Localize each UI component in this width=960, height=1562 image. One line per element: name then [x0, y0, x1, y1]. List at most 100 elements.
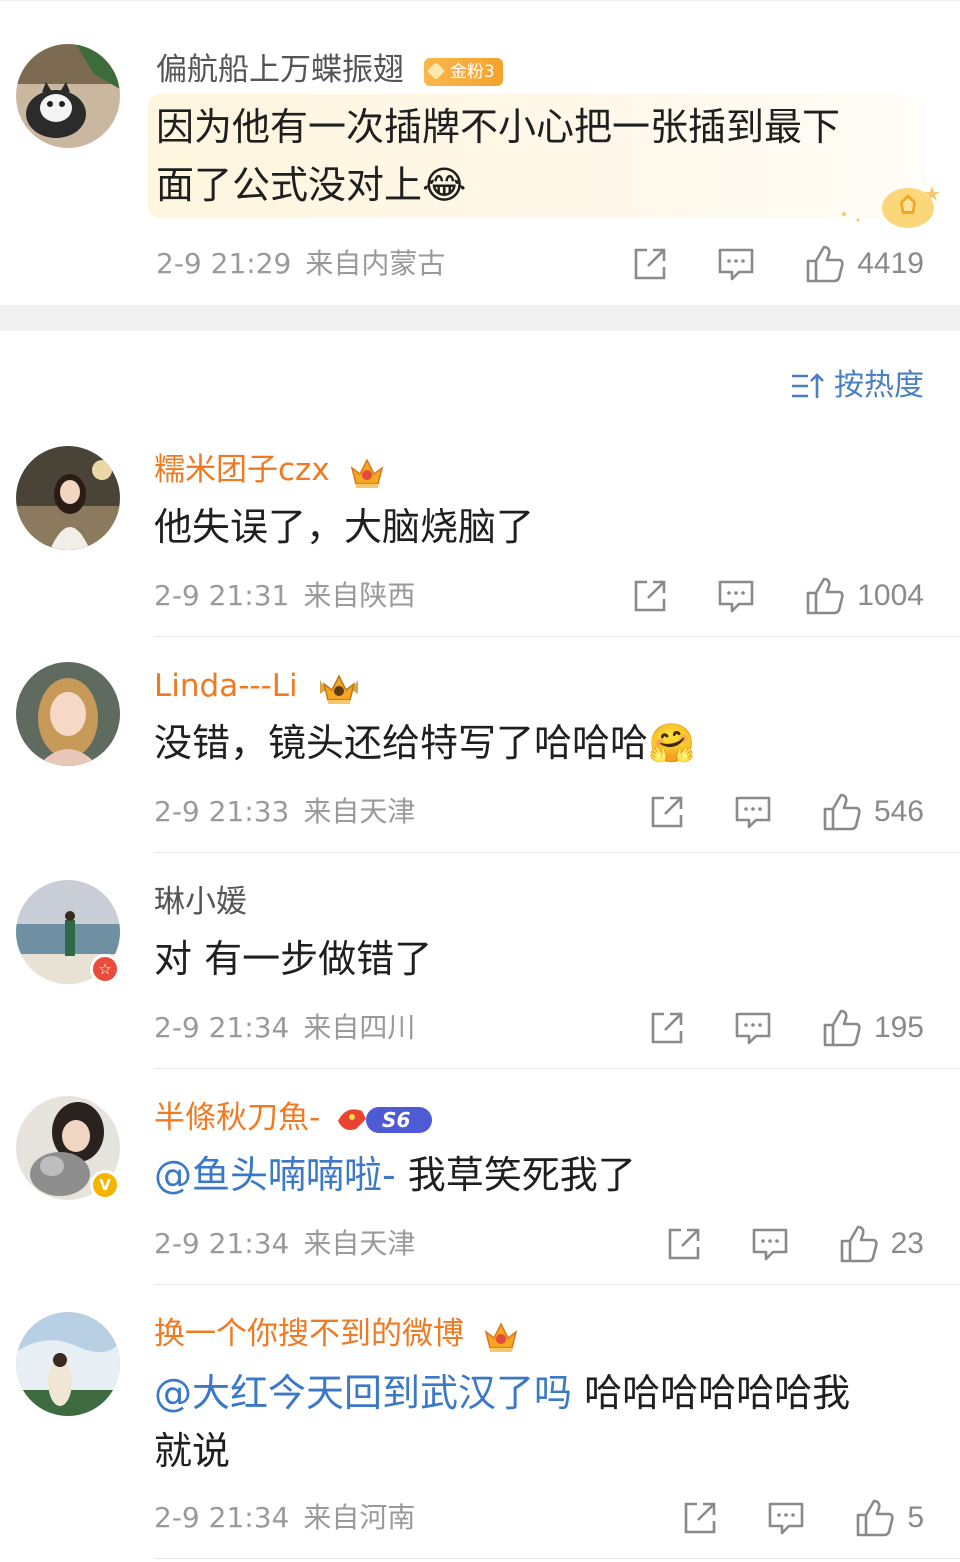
hot-medal-icon [842, 186, 940, 228]
share-icon [668, 1228, 699, 1260]
thumbs-up-icon [823, 793, 861, 831]
location: 来自内蒙古 [305, 247, 446, 280]
comment-actions: 23 [665, 1224, 924, 1264]
reply-button[interactable] [717, 578, 755, 614]
like-button[interactable]: 4419 [805, 244, 924, 284]
comment-meta: 2-9 21:34 来自天津 [154, 1226, 415, 1262]
username[interactable]: 偏航船上万蝶振翅 金粉3 [156, 50, 503, 90]
comment-meta: 2-9 21:31 来自陕西 [154, 578, 415, 614]
comment-icon [735, 1012, 771, 1045]
avatar-cat-image [16, 44, 120, 148]
share-icon [651, 1012, 683, 1044]
like-button[interactable]: 546 [822, 792, 924, 832]
share-icon [634, 248, 666, 280]
timestamp: 2-9 21:34 [154, 1011, 290, 1044]
comment-text: 因为他有一次插牌不小心把一张插到最下 面了公式没对上😂 [156, 105, 841, 207]
hug-emoji-icon: 🤗 [648, 721, 696, 765]
location: 来自河南 [303, 1501, 416, 1534]
avatar-girl-image [16, 446, 120, 550]
mention-link[interactable]: @鱼头喃喃啦- [154, 1153, 396, 1197]
timestamp: 2-9 21:33 [154, 795, 290, 828]
like-count: 1004 [857, 579, 924, 612]
verified-v-badge-icon: V [90, 1170, 120, 1200]
reply-button[interactable] [734, 794, 772, 830]
avatar[interactable] [16, 44, 120, 148]
comment-meta: 2-9 21:33 来自天津 [154, 794, 415, 830]
like-count: 195 [873, 1011, 924, 1044]
username[interactable]: 换一个你搜不到的微博 [154, 1314, 520, 1354]
share-button[interactable] [631, 245, 669, 283]
location: 来自天津 [303, 1227, 416, 1260]
comment-icon [718, 248, 754, 281]
share-button[interactable] [631, 577, 669, 615]
like-button[interactable]: 195 [822, 1008, 924, 1048]
timestamp: 2-9 21:34 [154, 1501, 290, 1534]
share-icon [651, 796, 683, 828]
share-button[interactable] [665, 1225, 703, 1263]
location: 来自天津 [303, 795, 416, 828]
sort-toggle[interactable]: 按热度 [790, 366, 924, 406]
comment-icon [718, 580, 754, 613]
share-icon [685, 1502, 716, 1534]
divider [154, 1284, 960, 1285]
avatar[interactable] [16, 662, 120, 766]
comment-actions: 195 [648, 1008, 924, 1048]
comment-icon [752, 1228, 787, 1261]
location: 来自四川 [303, 1011, 416, 1044]
mention-link[interactable]: @大红今天回到武汉了吗 [154, 1371, 572, 1415]
vip-crown-icon [484, 1321, 518, 1352]
reply-button[interactable] [751, 1226, 789, 1262]
comment-text: 对 有一步做错了 [154, 937, 433, 981]
sort-icon [792, 373, 824, 398]
username[interactable]: Linda---Li [154, 666, 362, 706]
thumbs-up-icon [823, 1009, 861, 1047]
comment-icon [735, 796, 771, 829]
comment-meta: 2-9 21:29 来自内蒙古 [156, 246, 445, 282]
divider [154, 1558, 960, 1559]
comment-actions: 4419 [631, 244, 924, 284]
reply-button[interactable] [767, 1500, 805, 1536]
avatar[interactable] [16, 1312, 120, 1416]
reply-button[interactable] [734, 1010, 772, 1046]
share-button[interactable] [648, 793, 686, 831]
share-icon [634, 580, 666, 612]
like-button[interactable]: 5 [855, 1498, 924, 1538]
divider [154, 852, 960, 853]
comment-actions: 546 [648, 792, 924, 832]
like-button[interactable]: 23 [839, 1224, 924, 1264]
comment-text: 他失误了，大脑烧脑了 [154, 505, 535, 549]
username[interactable]: 琳小媛 [154, 882, 247, 922]
reply-button[interactable] [717, 246, 755, 282]
vip-crown-icon [319, 673, 358, 704]
laugh-emoji-icon: 😂 [422, 163, 467, 207]
thumbs-up-icon [857, 1499, 894, 1537]
avatar-landscape-image [16, 1312, 120, 1416]
share-button[interactable] [648, 1009, 686, 1047]
comment-actions: 1004 [631, 576, 924, 616]
like-count: 4419 [857, 247, 924, 280]
thumbs-up-icon [840, 1225, 878, 1263]
divider [154, 1068, 960, 1069]
section-separator [0, 305, 960, 331]
like-button[interactable]: 1004 [805, 576, 924, 616]
username[interactable]: 半條秋刀魚- S6 [154, 1098, 434, 1138]
location: 来自陕西 [303, 579, 416, 612]
comment-text: @大红今天回到武汉了吗 哈哈哈哈哈哈我 就说 [154, 1371, 851, 1473]
like-count: 546 [873, 795, 924, 828]
username[interactable]: 糯米团子czx [154, 450, 386, 490]
share-button[interactable] [681, 1499, 719, 1537]
vip-crown-icon [350, 457, 383, 488]
fan-badge: 金粉3 [423, 57, 503, 86]
timestamp: 2-9 21:29 [156, 247, 292, 280]
comment-meta: 2-9 21:34 来自河南 [154, 1500, 415, 1536]
timestamp: 2-9 21:31 [154, 579, 290, 612]
avatar-girl-image [16, 662, 120, 766]
comment-meta: 2-9 21:34 来自四川 [154, 1010, 415, 1046]
level-badge: S6 [336, 1103, 434, 1137]
timestamp: 2-9 21:34 [154, 1227, 290, 1260]
thumbs-up-icon [806, 245, 844, 283]
like-count: 5 [907, 1501, 924, 1534]
comment-actions: 5 [681, 1498, 924, 1538]
thumbs-up-icon [806, 577, 844, 615]
avatar[interactable] [16, 446, 120, 550]
